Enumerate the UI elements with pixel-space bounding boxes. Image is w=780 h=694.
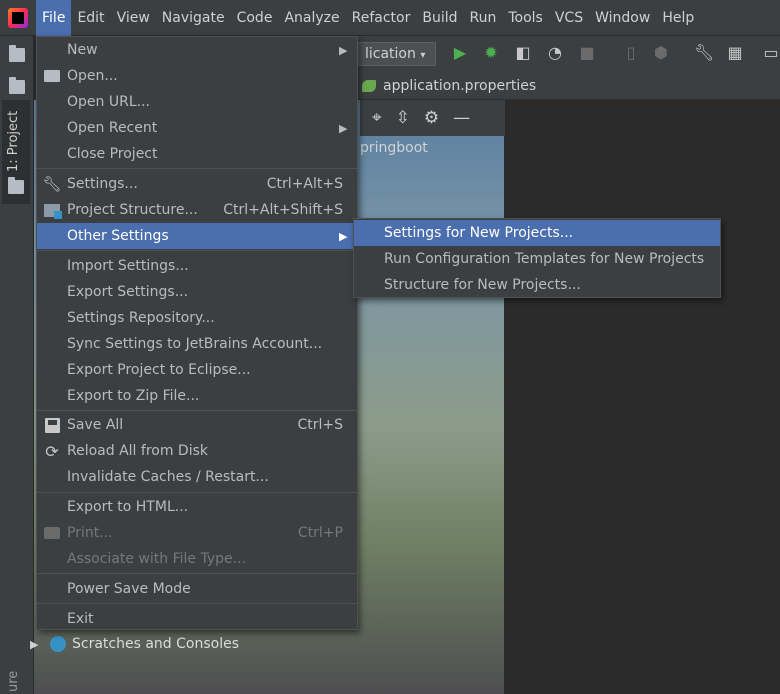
project-structure-icon[interactable]: ▦ (726, 44, 744, 62)
menu-separator (37, 250, 357, 251)
menu-item-sync-settings[interactable]: Sync Settings to JetBrains Account... (37, 331, 357, 357)
menu-file[interactable]: File (36, 0, 72, 36)
menu-edit[interactable]: Edit (71, 0, 110, 36)
menu-item-project-structure[interactable]: Project Structure... Ctrl+Alt+Shift+S (37, 197, 357, 223)
menu-code[interactable]: Code (231, 0, 279, 36)
tree-item-scratches[interactable]: ▶ Scratches and Consoles (30, 632, 239, 656)
menu-item-export-eclipse[interactable]: Export Project to Eclipse... (37, 357, 357, 383)
menu-item-other-settings[interactable]: Other Settings ▶ (37, 223, 357, 249)
menu-window[interactable]: Window (589, 0, 656, 36)
project-structure-icon (44, 203, 62, 219)
tree-path-fragment: pringboot (360, 140, 428, 156)
device-icon[interactable]: ▯ (622, 44, 640, 62)
menu-item-save-all[interactable]: Save All Ctrl+S (37, 412, 357, 438)
intellij-logo-icon (0, 0, 36, 36)
stop-icon[interactable]: ■ (578, 44, 596, 62)
collapse-all-icon[interactable]: ⇳ (396, 108, 410, 128)
menu-item-print[interactable]: Print... Ctrl+P (37, 520, 357, 546)
menu-item-export-settings[interactable]: Export Settings... (37, 279, 357, 305)
menu-item-settings-new-projects[interactable]: Settings for New Projects... (354, 220, 720, 246)
wrench-icon: 🔧︎ (42, 175, 62, 193)
file-menu-dropdown: New ▶ Open... Open URL... Open Recent ▶ Cl… (36, 36, 358, 630)
menu-separator (37, 492, 357, 493)
menu-item-structure-new-projects[interactable]: Structure for New Projects... (354, 272, 720, 298)
menu-item-open[interactable]: Open... (37, 63, 357, 89)
terminal-icon[interactable]: ▭ (762, 44, 780, 62)
tab-application-properties[interactable]: application.properties (383, 78, 536, 94)
scratches-icon (50, 636, 66, 652)
open-folder-icon (44, 70, 60, 82)
coverage-icon[interactable]: ◧ (514, 44, 532, 62)
menu-refactor[interactable]: Refactor (346, 0, 417, 36)
menu-item-open-recent[interactable]: Open Recent ▶ (37, 115, 357, 141)
editor-area (505, 100, 780, 694)
folder-structure-icon[interactable] (9, 77, 25, 94)
menu-item-settings[interactable]: 🔧︎ Settings... Ctrl+Alt+S (37, 171, 357, 197)
project-folder-icon (8, 177, 24, 194)
project-tab-label[interactable]: 1: Project (6, 111, 21, 172)
gear-icon[interactable]: ⚙ (424, 108, 439, 128)
menu-help[interactable]: Help (656, 0, 700, 36)
menu-item-export-html[interactable]: Export to HTML... (37, 494, 357, 520)
menu-separator (37, 573, 357, 574)
profile-icon[interactable]: ◔ (546, 44, 564, 62)
menu-item-associate-file-type[interactable]: Associate with File Type... (37, 546, 357, 572)
menu-item-import-settings[interactable]: Import Settings... (37, 253, 357, 279)
menu-view[interactable]: View (111, 0, 156, 36)
printer-icon (44, 527, 60, 539)
menu-separator (37, 168, 357, 169)
menu-item-invalidate-caches[interactable]: Invalidate Caches / Restart... (37, 464, 357, 490)
expand-arrow-icon[interactable]: ▶ (30, 638, 44, 651)
save-icon (44, 417, 60, 433)
menu-item-export-zip[interactable]: Export to Zip File... (37, 383, 357, 409)
menu-vcs[interactable]: VCS (549, 0, 589, 36)
menu-tools[interactable]: Tools (502, 0, 549, 36)
menu-separator (37, 410, 357, 411)
menu-item-new[interactable]: New ▶ (37, 37, 357, 63)
menu-bar: File Edit View Navigate Code Analyze Ref… (0, 0, 780, 36)
menu-item-run-config-templates[interactable]: Run Configuration Templates for New Proj… (354, 246, 720, 272)
vcs-icon[interactable]: ⬢ (652, 44, 670, 62)
menu-separator (37, 603, 357, 604)
menu-item-settings-repository[interactable]: Settings Repository... (37, 305, 357, 331)
project-panel-toolbar: ⌖ ⇳ ⚙ — (360, 100, 505, 136)
menu-build[interactable]: Build (416, 0, 463, 36)
chevron-right-icon: ▶ (339, 121, 348, 135)
menu-analyze[interactable]: Analyze (278, 0, 345, 36)
reload-icon: ⟳ (45, 441, 59, 461)
structure-tab-label[interactable]: ure (6, 671, 21, 692)
wrench-icon[interactable]: 🔧︎ (694, 44, 714, 62)
locate-icon[interactable]: ⌖ (372, 108, 382, 128)
other-settings-submenu: Settings for New Projects... Run Configu… (353, 218, 721, 298)
menu-navigate[interactable]: Navigate (156, 0, 231, 36)
menu-item-exit[interactable]: Exit (37, 606, 357, 632)
spring-leaf-icon (362, 80, 376, 92)
debug-icon[interactable]: ✹ (482, 44, 500, 62)
run-config-dropdown[interactable]: lication ▾ (358, 42, 436, 66)
folder-icon[interactable] (9, 45, 25, 62)
run-icon[interactable]: ▶ (451, 44, 469, 62)
menu-item-close-project[interactable]: Close Project (37, 141, 357, 167)
menu-item-reload[interactable]: ⟳ Reload All from Disk (37, 438, 357, 464)
scratches-label: Scratches and Consoles (72, 636, 239, 652)
menu-item-open-url[interactable]: Open URL... (37, 89, 357, 115)
chevron-right-icon: ▶ (339, 43, 348, 57)
menu-run[interactable]: Run (464, 0, 503, 36)
hide-icon[interactable]: — (453, 108, 470, 128)
menu-item-power-save[interactable]: Power Save Mode (37, 576, 357, 602)
